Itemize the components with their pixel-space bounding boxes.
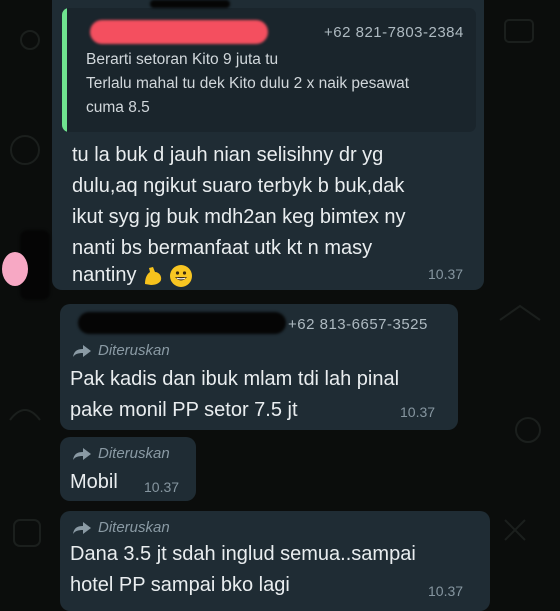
message-line-1: Mobil (70, 471, 118, 493)
message-line-1: Pak kadis dan ibuk mlam tdi lah pinal (70, 368, 400, 390)
quoted-line-1: Berarti setoran Kito 9 juta tu (86, 51, 279, 68)
forward-arrow-icon (73, 344, 91, 357)
redacted-sender-name (78, 312, 286, 334)
message-line-5: nantiny (72, 260, 193, 291)
forward-arrow-icon (73, 521, 91, 534)
message-line-2: hotel PP sampai bko lagi (70, 574, 290, 596)
message-line-2: pake monil PP setor 7.5 jt (70, 399, 298, 421)
forwarded-label: Diteruskan (72, 342, 170, 359)
grinning-face-icon (169, 264, 192, 287)
message-bubble-3[interactable]: Diteruskan Mobil 10.37 (60, 437, 196, 501)
forwarded-text: Diteruskan (98, 519, 170, 536)
forwarded-label: Diteruskan (72, 445, 170, 462)
redacted-sender-name (90, 20, 268, 44)
quoted-line-3: cuma 8.5 (86, 99, 150, 116)
message-line-2: dulu,aq ngikut suaro terbyk b buk,dak (72, 175, 405, 197)
message-line-1: tu la buk d jauh nian selisihny dr yg (72, 144, 384, 166)
message-timestamp: 10.37 (428, 583, 464, 599)
quote-accent-bar (62, 8, 67, 132)
forwarded-text: Diteruskan (98, 445, 170, 462)
quoted-sender-phone: +62 821-7803-2384 (324, 24, 464, 41)
message-timestamp: 10.37 (400, 404, 436, 420)
quoted-line-2: Terlalu mahal tu dek Kito dulu 2 x naik … (86, 75, 410, 92)
forwarded-label: Diteruskan (72, 519, 170, 536)
redacted-top-bar (150, 0, 230, 8)
message-timestamp: 10.37 (428, 266, 464, 282)
flexed-biceps-icon (144, 266, 161, 285)
sender-phone: +62 813-6657-3525 (288, 316, 428, 333)
message-line-5-text: nantiny (72, 264, 137, 286)
message-line-3: ikut syg jg buk mdh2an keg bimtex ny (72, 206, 406, 228)
forward-arrow-icon (73, 447, 91, 460)
message-timestamp: 10.37 (144, 479, 180, 495)
avatar-edge (2, 252, 28, 286)
forwarded-text: Diteruskan (98, 342, 170, 359)
message-bubble-2[interactable]: +62 813-6657-3525 Diteruskan Pak kadis d… (60, 304, 458, 430)
message-bubble-1[interactable]: +62 821-7803-2384 Berarti setoran Kito 9… (52, 0, 484, 290)
quoted-message[interactable]: +62 821-7803-2384 Berarti setoran Kito 9… (62, 8, 476, 132)
message-line-1: Dana 3.5 jt sdah inglud semua..sampai (70, 543, 416, 565)
message-bubble-4[interactable]: Diteruskan Dana 3.5 jt sdah inglud semua… (60, 511, 490, 611)
